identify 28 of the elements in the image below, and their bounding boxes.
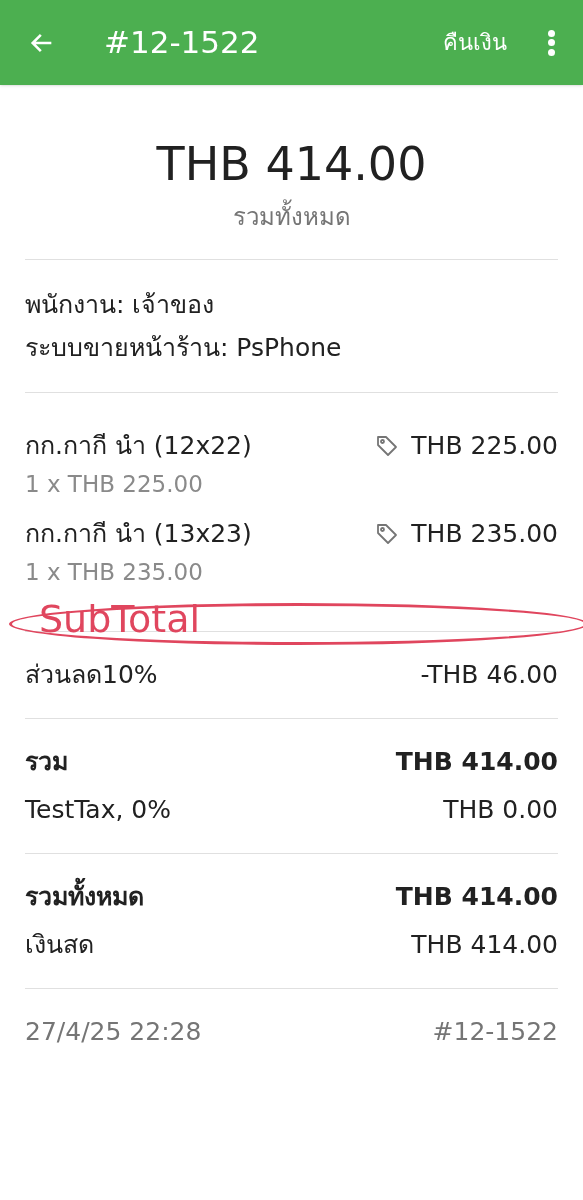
receipt-title: #12-1522	[104, 23, 260, 63]
tag-icon	[375, 522, 400, 546]
summary-label: เงินสด	[25, 929, 94, 961]
item-detail: 1 x THB 235.00	[25, 558, 204, 587]
item-name: กก.กากี นำ (12x22)	[25, 430, 252, 462]
total-amount: THB 414.00	[156, 136, 427, 193]
total-label: รวมทั้งหมด	[232, 199, 351, 235]
tag-icon	[375, 434, 400, 458]
summary-amount: THB 414.00	[411, 929, 558, 961]
summary-label: TestTax, 0%	[25, 794, 172, 826]
summary-label: รวมทั้งหมด	[25, 878, 144, 916]
more-icon[interactable]	[547, 29, 555, 56]
item-detail: 1 x THB 225.00	[25, 470, 204, 499]
summary-amount: THB 414.00	[395, 881, 558, 913]
item-price: THB 225.00	[411, 430, 558, 462]
summary-label: รวม	[25, 746, 68, 778]
receipt-info: ระบบขายหน้าร้าน: PsPhone	[25, 332, 343, 364]
item-price: THB 235.00	[411, 518, 558, 550]
receipt-date: 27/4/25 22:28	[25, 1016, 202, 1048]
item-name: กก.กากี นำ (13x23)	[25, 518, 252, 550]
summary-amount: THB 414.00	[395, 746, 558, 778]
summary-amount: THB 0.00	[443, 794, 558, 826]
annotation-text: SubTotal	[39, 599, 201, 639]
refund-button[interactable]: คืนเงิน	[443, 26, 507, 59]
receipt-number: #12-1522	[432, 1016, 558, 1048]
summary-label: ส่วนลด10%	[25, 659, 158, 691]
receipt-info: พนักงาน: เจ้าของ	[25, 289, 216, 321]
summary-amount: -THB 46.00	[420, 659, 558, 691]
